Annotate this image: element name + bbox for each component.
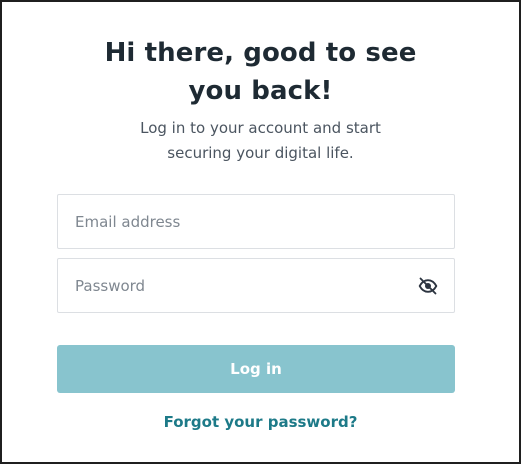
email-field xyxy=(57,194,455,249)
page-subtitle-line-2: securing your digital life. xyxy=(167,144,354,162)
email-input[interactable] xyxy=(58,195,454,248)
eye-off-icon[interactable] xyxy=(418,276,438,296)
login-button[interactable]: Log in xyxy=(57,345,455,393)
page-subtitle: Log in to your account and start securin… xyxy=(2,116,519,166)
page-subtitle-line-1: Log in to your account and start xyxy=(140,119,381,137)
page-title-line-2: you back! xyxy=(188,76,333,106)
password-field xyxy=(57,258,455,313)
forgot-password-link[interactable]: Forgot your password? xyxy=(2,412,519,432)
password-input[interactable] xyxy=(58,259,454,312)
login-panel: Hi there, good to see you back! Log in t… xyxy=(0,0,521,464)
page-title-line-1: Hi there, good to see xyxy=(104,38,417,68)
page-title: Hi there, good to see you back! xyxy=(2,34,519,110)
